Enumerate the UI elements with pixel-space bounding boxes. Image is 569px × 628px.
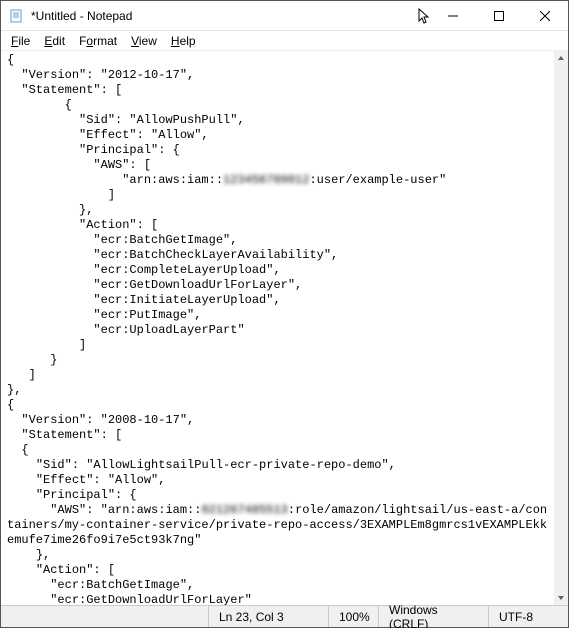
maximize-button[interactable] [476, 1, 522, 31]
menu-file[interactable]: File [5, 33, 36, 49]
menu-edit[interactable]: Edit [38, 33, 71, 49]
text-editor[interactable]: { "Version": "2012-10-17", "Statement": … [1, 51, 554, 605]
minimize-button[interactable] [430, 1, 476, 31]
status-empty [1, 606, 208, 627]
status-encoding: UTF-8 [488, 606, 568, 627]
redacted-text: 021267485513 [201, 503, 287, 517]
vertical-scrollbar[interactable] [554, 51, 568, 605]
close-button[interactable] [522, 1, 568, 31]
editor-area: { "Version": "2012-10-17", "Statement": … [1, 51, 568, 605]
menu-format[interactable]: Format [73, 33, 123, 49]
scroll-up-button[interactable] [554, 51, 568, 65]
statusbar: Ln 23, Col 3 100% Windows (CRLF) UTF-8 [1, 605, 568, 627]
status-position: Ln 23, Col 3 [208, 606, 328, 627]
app-icon [9, 8, 25, 24]
status-lineending: Windows (CRLF) [378, 606, 488, 627]
titlebar: *Untitled - Notepad [1, 1, 568, 31]
notepad-window: *Untitled - Notepad File Edit Format Vie… [0, 0, 569, 628]
menu-view[interactable]: View [125, 33, 163, 49]
scroll-down-button[interactable] [554, 591, 568, 605]
window-title: *Untitled - Notepad [31, 9, 132, 23]
menu-help[interactable]: Help [165, 33, 202, 49]
status-zoom: 100% [328, 606, 378, 627]
scroll-track[interactable] [554, 65, 568, 591]
menubar: File Edit Format View Help [1, 31, 568, 51]
redacted-text: 123456789012 [223, 173, 309, 187]
